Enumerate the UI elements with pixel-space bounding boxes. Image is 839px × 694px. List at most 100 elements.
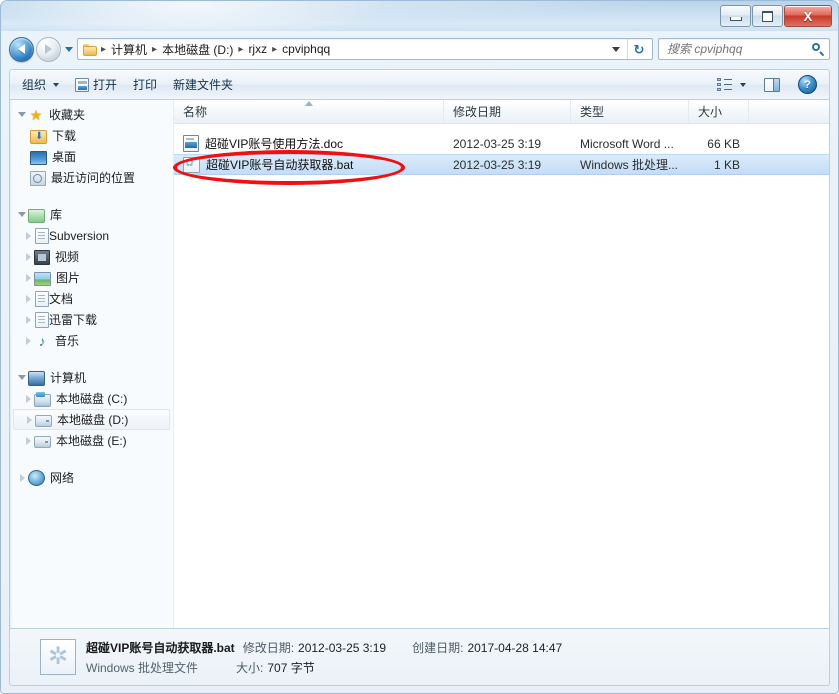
column-label: 名称 — [183, 105, 208, 119]
column-header-size[interactable]: 大小 — [689, 100, 749, 123]
search-box[interactable] — [658, 38, 830, 60]
recent-places-icon — [30, 171, 46, 186]
sidebar-item-favorites[interactable]: ★ 收藏夹 — [10, 104, 173, 125]
open-button[interactable]: 打开 — [67, 73, 125, 96]
explorer-window: X ▸ 计算机 ▸ 本地磁盘 (D:) ▸ rjxz ▸ cpviphqq ↻ … — [0, 0, 839, 694]
sidebar-item-pictures[interactable]: 图片 — [10, 267, 173, 288]
sidebar-item-subversion[interactable]: Subversion — [10, 225, 173, 246]
breadcrumb-item-computer[interactable]: 计算机 — [108, 39, 150, 60]
sidebar-item-libraries[interactable]: 库 — [10, 204, 173, 225]
new-folder-button[interactable]: 新建文件夹 — [165, 73, 241, 96]
sidebar-label: 本地磁盘 (C:) — [56, 392, 128, 406]
address-bar[interactable]: ▸ 计算机 ▸ 本地磁盘 (D:) ▸ rjxz ▸ cpviphqq ↻ — [77, 38, 653, 60]
content-area: ★ 收藏夹 下载 桌面 最近访问的位置 — [9, 99, 830, 629]
column-header-modified[interactable]: 修改日期 — [444, 100, 571, 123]
table-row[interactable]: 超碰VIP账号使用方法.doc 2012-03-25 3:19 Microsof… — [174, 133, 829, 154]
status-line-primary: 超碰VIP账号自动获取器.bat 修改日期: 2012-03-25 3:19 创… — [86, 639, 821, 656]
system-drive-icon — [34, 391, 51, 407]
expander-icon[interactable] — [22, 274, 34, 282]
back-arrow-icon — [18, 44, 25, 54]
open-file-icon — [75, 77, 90, 92]
sidebar-item-documents[interactable]: 文档 — [10, 288, 173, 309]
sidebar-label: 网络 — [50, 471, 75, 485]
navigation-pane: ★ 收藏夹 下载 桌面 最近访问的位置 — [10, 100, 174, 628]
desktop-icon — [30, 150, 47, 165]
expander-icon[interactable] — [22, 295, 34, 303]
expander-icon[interactable] — [16, 375, 28, 380]
sidebar-label: 图片 — [56, 271, 81, 285]
navigation-buttons — [9, 36, 77, 62]
column-label: 类型 — [580, 105, 605, 119]
sidebar-item-drive-e[interactable]: 本地磁盘 (E:) — [10, 430, 173, 451]
breadcrumb-separator: ▸ — [152, 43, 158, 55]
sidebar-item-thunder-downloads[interactable]: 迅雷下载 — [10, 309, 173, 330]
sidebar-label: 桌面 — [52, 150, 77, 164]
preview-pane-button[interactable] — [756, 75, 788, 95]
toolbar-right-group: ? — [709, 72, 825, 97]
file-name-label: 超碰VIP账号自动获取器.bat — [206, 158, 354, 172]
help-button[interactable]: ? — [790, 72, 825, 97]
expander-icon[interactable] — [22, 337, 34, 345]
forward-arrow-icon — [45, 44, 52, 54]
nav-group-computer: 计算机 本地磁盘 (C:) 本地磁盘 (D:) 本地磁盘 (E:) — [10, 367, 173, 451]
preview-pane-icon — [764, 77, 780, 92]
folder-icon — [83, 43, 98, 56]
refresh-button[interactable]: ↻ — [627, 39, 650, 59]
sidebar-item-music[interactable]: ♪ 音乐 — [10, 330, 173, 351]
maximize-button[interactable] — [752, 5, 783, 27]
network-icon — [28, 470, 45, 486]
expander-icon[interactable] — [22, 253, 34, 261]
change-view-button[interactable] — [709, 75, 754, 95]
maximize-icon — [762, 10, 773, 22]
breadcrumb-item-drive-d[interactable]: 本地磁盘 (D:) — [159, 39, 236, 60]
expander-icon[interactable] — [16, 474, 28, 482]
column-header-type[interactable]: 类型 — [571, 100, 689, 123]
file-type-cell: Microsoft Word ... — [580, 136, 674, 151]
organize-button[interactable]: 组织 — [14, 73, 67, 96]
sidebar-label: 迅雷下载 — [49, 313, 98, 327]
expander-icon[interactable] — [22, 232, 34, 240]
table-row[interactable]: 超碰VIP账号自动获取器.bat 2012-03-25 3:19 Windows… — [174, 154, 829, 175]
print-button[interactable]: 打印 — [125, 73, 165, 96]
word-document-icon — [183, 135, 199, 152]
sidebar-item-computer[interactable]: 计算机 — [10, 367, 173, 388]
sidebar-item-recent-places[interactable]: 最近访问的位置 — [10, 167, 173, 188]
sidebar-item-videos[interactable]: 视频 — [10, 246, 173, 267]
breadcrumb-item-rjxz[interactable]: rjxz — [245, 40, 270, 58]
expander-icon[interactable] — [22, 437, 34, 445]
sidebar-item-desktop[interactable]: 桌面 — [10, 146, 173, 167]
download-folder-icon — [30, 129, 47, 144]
forward-button[interactable] — [36, 36, 61, 62]
document-library-icon — [35, 312, 49, 328]
expander-icon[interactable] — [23, 416, 35, 424]
new-folder-label: 新建文件夹 — [173, 78, 234, 92]
view-options-icon — [717, 77, 733, 92]
column-label: 大小 — [698, 105, 723, 119]
search-icon — [812, 42, 825, 56]
sidebar-item-drive-c[interactable]: 本地磁盘 (C:) — [10, 388, 173, 409]
sort-ascending-icon — [305, 101, 313, 106]
status-size-label: 大小: — [236, 660, 264, 675]
sidebar-item-drive-d[interactable]: 本地磁盘 (D:) — [13, 409, 170, 430]
library-icon — [28, 208, 45, 223]
recent-pages-dropdown-icon[interactable] — [65, 46, 73, 52]
back-button[interactable] — [9, 36, 34, 62]
expander-icon[interactable] — [16, 212, 28, 217]
details-status-bar: 超碰VIP账号自动获取器.bat 修改日期: 2012-03-25 3:19 创… — [9, 629, 830, 686]
column-label: 修改日期 — [453, 105, 502, 119]
sidebar-item-network[interactable]: 网络 — [10, 467, 173, 488]
search-input[interactable] — [665, 41, 812, 57]
expander-icon[interactable] — [22, 395, 34, 403]
sidebar-item-downloads[interactable]: 下载 — [10, 125, 173, 146]
column-header-name[interactable]: 名称 — [174, 100, 444, 123]
expander-icon[interactable] — [16, 112, 28, 117]
column-header-row: 名称 修改日期 类型 大小 — [174, 100, 829, 124]
file-type-cell: Windows 批处理... — [580, 158, 679, 172]
chevron-down-icon — [740, 82, 746, 87]
status-line-secondary: Windows 批处理文件 大小: 707 字节 — [86, 659, 821, 676]
minimize-button[interactable] — [720, 5, 751, 27]
breadcrumb-item-cpviphqq[interactable]: cpviphqq — [279, 40, 333, 58]
close-button[interactable]: X — [784, 5, 832, 27]
expander-icon[interactable] — [22, 316, 34, 324]
address-dropdown-button[interactable] — [605, 46, 627, 52]
